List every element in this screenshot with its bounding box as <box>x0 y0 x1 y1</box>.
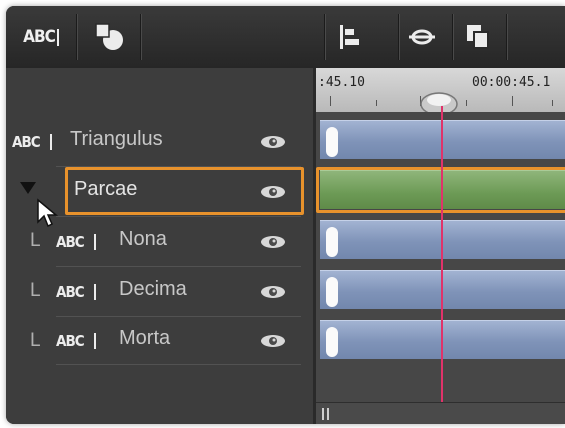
clip-trim-handle[interactable] <box>326 327 338 357</box>
indent-connector: L <box>30 280 41 301</box>
scroll-grip-icon <box>327 408 329 420</box>
link-icon <box>409 29 435 45</box>
clip-trim-handle[interactable] <box>326 127 338 157</box>
layer-label: Triangulus <box>70 128 163 150</box>
eye-icon[interactable] <box>259 234 287 250</box>
text-layer-icon: ABC <box>56 283 85 301</box>
eye-icon[interactable] <box>259 284 287 300</box>
expand-triangle-icon[interactable] <box>18 180 38 196</box>
layer-label: Decima <box>119 278 187 300</box>
copy-icon <box>467 25 489 49</box>
add-title-button[interactable]: ABC <box>16 20 66 54</box>
layer-label: Parcae <box>74 178 138 200</box>
text-layer-icon: ABC <box>12 133 41 151</box>
text-layer-icon: ABC <box>56 332 85 350</box>
eye-icon[interactable] <box>259 184 287 200</box>
layer-label: Morta <box>119 327 171 349</box>
timeline-panel: ABC:45.10 00:00:45.1 ABC Triangulus Par… <box>6 6 565 424</box>
clip-trim-handle[interactable] <box>326 277 338 307</box>
layer-label: Nona <box>119 228 167 250</box>
add-shape-button[interactable] <box>90 20 130 54</box>
duplicate-button[interactable] <box>460 20 496 54</box>
scroll-grip-icon <box>322 408 324 420</box>
shapes-icon <box>95 23 123 50</box>
align-icon <box>340 25 359 49</box>
playhead-line[interactable] <box>441 106 443 424</box>
horizontal-scrollbar[interactable] <box>316 402 565 424</box>
text-layer-icon: ABC <box>56 233 85 251</box>
text-cursor-icon <box>94 333 96 349</box>
mouse-cursor-icon <box>37 198 59 228</box>
text-cursor-icon <box>56 28 59 46</box>
ruler-time-label: 00:00:45.1 <box>472 75 551 90</box>
playhead-knob-icon[interactable] <box>419 88 459 114</box>
link-button[interactable] <box>404 20 440 54</box>
clip-trim-handle[interactable] <box>326 227 338 257</box>
text-cursor-icon <box>94 284 96 300</box>
eye-icon[interactable] <box>259 333 287 349</box>
abc-text-icon: ABC <box>23 27 56 47</box>
indent-connector: L <box>30 230 41 251</box>
text-cursor-icon <box>94 234 96 250</box>
text-cursor-icon <box>50 134 52 150</box>
toolbar: ABC <box>6 6 565 69</box>
align-button[interactable] <box>332 20 368 54</box>
ruler-start-label: :45.10 <box>318 75 365 90</box>
eye-icon[interactable] <box>259 134 287 150</box>
indent-connector: L <box>30 330 41 351</box>
